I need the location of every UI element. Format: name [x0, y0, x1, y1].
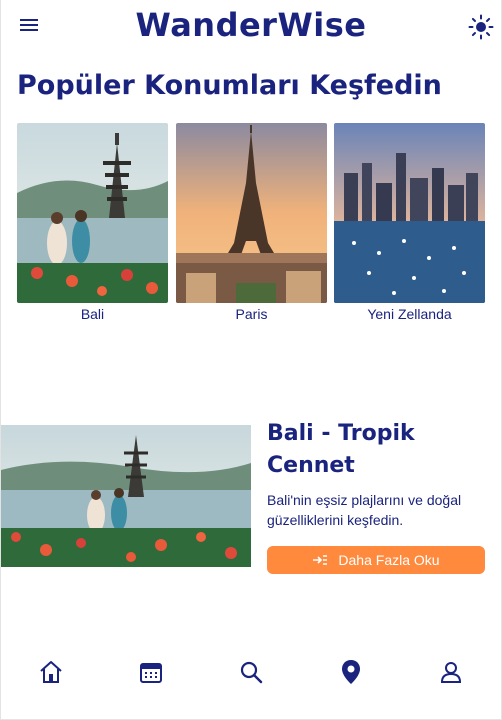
sun-icon[interactable]	[468, 14, 494, 40]
location-label: Yeni Zellanda	[367, 306, 452, 322]
app-title: WanderWise	[135, 6, 367, 44]
bali-image	[17, 123, 168, 303]
location-card-paris[interactable]: Paris	[176, 123, 327, 322]
location-pin-icon[interactable]	[337, 658, 365, 686]
featured-description: Bali'nin eşsiz plajlarını ve doğal güzel…	[267, 492, 462, 528]
read-more-icon	[313, 555, 328, 565]
read-more-button[interactable]: Daha Fazla Oku	[267, 546, 485, 574]
profile-icon[interactable]	[437, 658, 465, 686]
paris-image	[176, 123, 327, 303]
featured-image	[1, 425, 251, 567]
location-card-new-zealand[interactable]: Yeni Zellanda	[334, 123, 485, 322]
read-more-label: Daha Fazla Oku	[338, 552, 440, 568]
app-bar: WanderWise	[0, 0, 502, 54]
bottom-navigation	[0, 650, 502, 694]
new-zealand-image	[334, 123, 485, 303]
search-icon[interactable]	[237, 658, 265, 686]
calendar-icon[interactable]	[137, 658, 165, 686]
section-title: Popüler Konumları Keşfedin	[17, 70, 442, 101]
app-frame	[0, 0, 502, 720]
locations-carousel[interactable]: Bali Paris Yeni Zellanda	[17, 123, 502, 333]
location-label: Bali	[80, 306, 105, 322]
location-label: Paris	[235, 306, 268, 322]
home-icon[interactable]	[37, 658, 65, 686]
featured-title: Bali - Tropik Cennet	[267, 421, 415, 478]
location-card-bali[interactable]: Bali	[17, 123, 168, 322]
